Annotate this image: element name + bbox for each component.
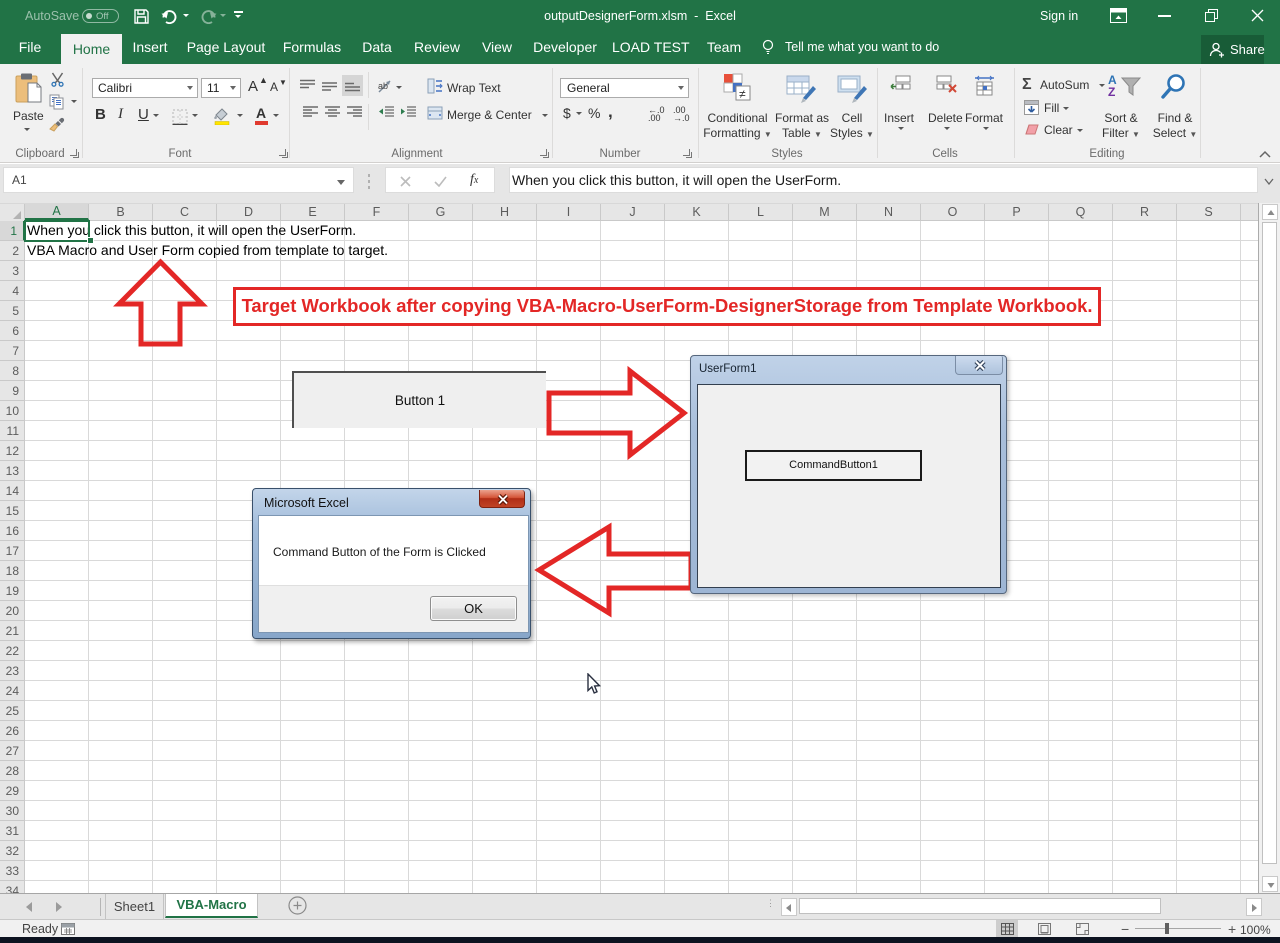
svg-text:ab: ab — [378, 81, 388, 91]
svg-text:≠: ≠ — [739, 87, 746, 101]
